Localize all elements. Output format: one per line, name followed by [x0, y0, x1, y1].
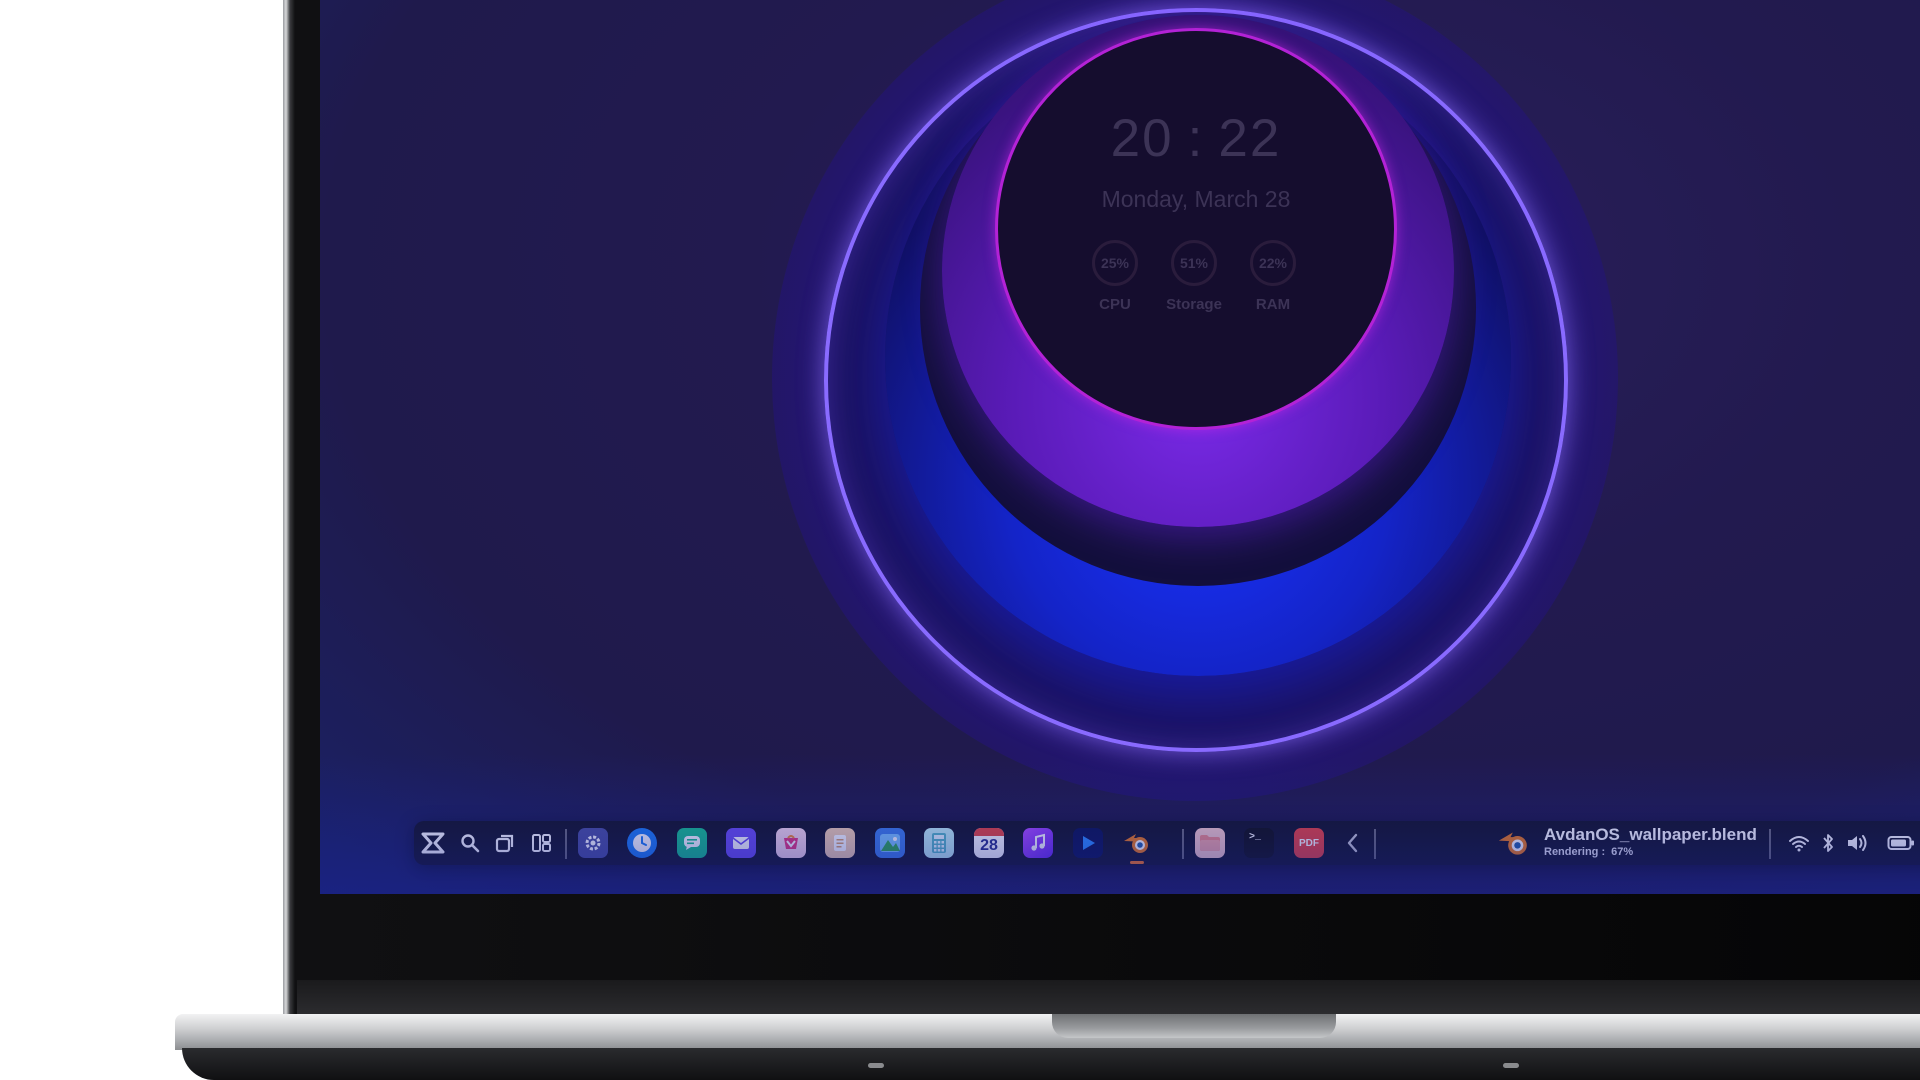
files-icon[interactable]	[1195, 828, 1225, 858]
video-player-icon[interactable]	[1073, 828, 1103, 858]
render-progress: 67%	[1611, 846, 1634, 858]
blender-icon[interactable]	[1122, 828, 1152, 864]
clock-icon[interactable]	[627, 828, 657, 858]
ram-gauge-label: RAM	[1255, 296, 1291, 313]
storage-gauge: 51%	[1171, 240, 1217, 286]
taskbar: 28 >_ PDF AvdanOS_wallpaper.blend Render…	[414, 821, 1920, 865]
battery-icon[interactable]	[1886, 828, 1916, 858]
terminal-icon[interactable]: >_	[1244, 828, 1274, 858]
calendar-header	[974, 828, 1004, 836]
clock-separator: :	[1187, 109, 1205, 168]
search-icon[interactable]	[455, 828, 485, 858]
laptop-base	[175, 1014, 1920, 1050]
chevron-left-icon[interactable]	[1338, 828, 1368, 858]
avdan-logo-icon[interactable]	[418, 828, 448, 858]
photos-icon[interactable]	[875, 828, 905, 858]
workspaces-icon[interactable]	[526, 828, 556, 858]
laptop-notch	[1052, 1014, 1336, 1038]
active-task-title[interactable]: AvdanOS_wallpaper.blend	[1544, 825, 1757, 845]
active-task-status: Rendering : 67%	[1544, 846, 1633, 858]
mail-icon[interactable]	[726, 828, 756, 858]
clock-hours: 20	[1110, 109, 1174, 168]
taskbar-divider	[1182, 829, 1184, 859]
cpu-gauge-label: CPU	[1099, 296, 1131, 313]
clock-date: Monday, March 28	[1101, 186, 1291, 212]
blender-icon[interactable]	[1494, 828, 1534, 858]
cpu-gauge: 25%	[1092, 240, 1138, 286]
render-status-label: Rendering :	[1544, 846, 1606, 858]
desktop-screen: 20:22 Monday, March 28 25% CPU 51% Stora…	[320, 0, 1920, 894]
taskbar-divider	[1374, 829, 1376, 859]
window-switcher-icon[interactable]	[490, 828, 520, 858]
clock-widget-face	[995, 28, 1397, 430]
clock-minutes: 22	[1218, 109, 1282, 168]
taskbar-divider	[565, 829, 567, 859]
clock-time: 20:22	[996, 108, 1396, 169]
storage-gauge-label: Storage	[1166, 296, 1222, 313]
pdf-icon[interactable]: PDF	[1294, 828, 1324, 858]
volume-icon[interactable]	[1844, 828, 1874, 858]
taskbar-divider	[1769, 829, 1771, 859]
ram-gauge: 22%	[1250, 240, 1296, 286]
store-icon[interactable]	[776, 828, 806, 858]
laptop-base-bottom	[182, 1048, 1920, 1080]
music-icon[interactable]	[1023, 828, 1053, 858]
notes-icon[interactable]	[825, 828, 855, 858]
settings-icon[interactable]	[578, 828, 608, 858]
wifi-icon[interactable]	[1784, 828, 1814, 858]
messages-icon[interactable]	[677, 828, 707, 858]
laptop-foot	[1503, 1063, 1519, 1068]
active-indicator	[1130, 861, 1144, 864]
laptop-bezel	[297, 980, 1920, 1015]
calculator-icon[interactable]	[924, 828, 954, 858]
bluetooth-icon[interactable]	[1813, 828, 1843, 858]
calendar-day: 28	[980, 837, 998, 854]
device-mockup: 20:22 Monday, March 28 25% CPU 51% Stora…	[0, 0, 1920, 1080]
laptop-foot	[868, 1063, 884, 1068]
calendar-icon[interactable]: 28	[974, 828, 1004, 858]
